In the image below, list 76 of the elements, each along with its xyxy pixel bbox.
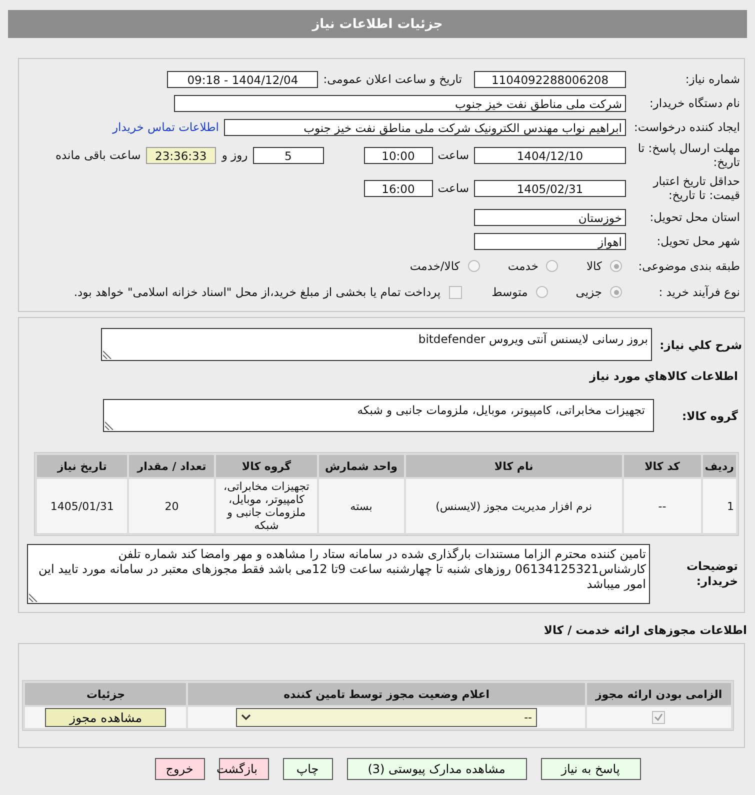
radio-label: کالا/خدمت <box>410 259 460 273</box>
buyer-notes-field[interactable]: تامین کننده محترم الزاما مستندات بارگذاری شده در سامانه ستاد را مشاهده و مهر وامضا کند شماره تلفن کارشناس06134125321 روزهای شنبه تا چهارشنبه ساعت 9تا 12می باشد فقط مجوزهای معتبر در سامانه مورد تایید این امور میباشد <box>27 544 650 604</box>
resize-grip-icon[interactable] <box>103 350 112 359</box>
deadline-date-field: 1404/12/10 <box>474 146 626 164</box>
radio-button[interactable] <box>610 260 622 272</box>
field-label: ایجاد کننده درخواست: <box>633 120 741 134</box>
action-button[interactable]: پاسخ به نیاز <box>540 758 640 780</box>
field-label: روز و <box>222 148 248 162</box>
action-button[interactable]: چاپ <box>282 758 332 780</box>
column-header: جزئیات <box>25 683 186 705</box>
section-title: اطلاعات کالاهاي مورد نياز <box>588 369 739 383</box>
validity-time-field: 16:00 <box>364 180 433 196</box>
page-title: جزئیات اطلاعات نیاز <box>8 10 747 38</box>
description-field[interactable]: بروز رسانی لایسنس آنتی ویروس bitdefender <box>101 328 652 361</box>
column-header: کد کالا <box>624 455 701 477</box>
requester-field: ابراهیم نواب مهندس الکترونیک شرکت ملی مناطق نفت خیز جنوب <box>224 118 626 136</box>
field-label: ساعت باقی مانده <box>56 148 141 162</box>
buyer-field: شرکت ملی مناطق نفت خیز جنوب <box>174 94 626 112</box>
field-label: ساعت <box>438 148 469 162</box>
province-field: خوزستان <box>474 208 626 226</box>
field-label: مهلت ارسال پاسخ: تا تاریخ: <box>636 141 741 169</box>
table-cell: تجهیزات مخابراتی، کامپیوتر، موبایل، ملزومات جانبی و شبکه <box>216 479 317 533</box>
table-cell: 1 <box>702 479 736 533</box>
field-label: شهر محل تحویل: <box>656 234 741 248</box>
radio-label: کالا <box>586 259 602 273</box>
radio-button[interactable] <box>536 286 548 298</box>
caret-icon[interactable] <box>241 714 252 721</box>
field-label: طبقه بندی موضوعی: <box>637 259 741 273</box>
remaining-time-field: 23:36:33 <box>146 146 216 164</box>
column-header: الزامی بودن ارائه مجوز <box>586 683 731 705</box>
radio-label: متوسط <box>492 285 528 299</box>
column-header: اعلام وضعیت مجوز توسط تامین کننده <box>188 683 585 705</box>
table-cell: بسته <box>318 479 404 533</box>
field-label: گروه کالا: <box>681 408 739 422</box>
column-header: گروه کالا <box>216 455 317 477</box>
table-cell: نرم افزار مدیریت مجوز (لایسنس) <box>406 479 622 533</box>
field-label: نوع فرآیند خرید : <box>658 285 741 299</box>
field-label: حداقل تاریخ اعتبار قیمت: تا تاریخ: <box>652 174 741 202</box>
status-select[interactable]: -- <box>236 708 538 727</box>
section-title: اطلاعات مجوزهای ارائه خدمت / کالا <box>542 623 747 637</box>
view-license-button[interactable]: مشاهده مجوز <box>45 708 166 727</box>
column-header: نام کالا <box>406 455 622 477</box>
radio-button[interactable] <box>546 260 558 272</box>
column-header: واحد شمارش <box>318 455 404 477</box>
checkbox[interactable] <box>652 711 666 724</box>
city-field: اهواز <box>474 232 626 250</box>
column-header: تاریخ نیاز <box>37 455 128 477</box>
validity-date-field: 1405/02/31 <box>474 180 626 196</box>
resize-grip-icon[interactable] <box>105 421 114 430</box>
radio-button[interactable] <box>610 286 622 298</box>
radio-label: خدمت <box>508 259 538 273</box>
radio-label: جزیی <box>576 285 602 299</box>
goods-group-field[interactable]: تجهیزات مخابراتی، کامپیوتر، موبایل، ملزومات جانبی و شبکه <box>103 399 654 432</box>
field-label: شماره نیاز: <box>684 72 741 86</box>
contact-link[interactable]: اطلاعات تماس خریدار <box>112 120 219 134</box>
column-header: تعداد / مقدار <box>129 455 214 477</box>
action-button[interactable]: مشاهده مدارک پیوستی (3) <box>346 758 526 780</box>
need-number-field: 1104092288006208 <box>474 70 626 88</box>
radio-button[interactable] <box>468 260 480 272</box>
field-label: ساعت <box>438 181 469 195</box>
table-cell: 20 <box>129 479 214 533</box>
table-cell: -- <box>624 479 701 533</box>
field-label: شرح کلي نياز: <box>658 338 743 352</box>
payment-note: پرداخت تمام یا بخشی از مبلغ خرید،از محل "اسناد خزانه اسلامی" خواهد بود. <box>74 285 441 299</box>
field-label: استان محل تحویل: <box>648 210 741 224</box>
column-header: ردیف <box>702 455 736 477</box>
checkbox[interactable] <box>448 286 462 298</box>
action-button[interactable]: خروج <box>154 758 204 780</box>
field-label: نام دستگاه خریدار: <box>648 96 741 110</box>
resize-grip-icon[interactable] <box>29 593 38 602</box>
field-label: توضیحات خریدار: <box>686 559 739 589</box>
field-label: تاریخ و ساعت اعلان عمومی: <box>323 72 462 86</box>
days-field: 5 <box>252 146 324 164</box>
deadline-time-field: 10:00 <box>364 146 433 164</box>
table-cell: 1405/01/31 <box>37 479 128 533</box>
announce-date-field: 1404/12/04 - 09:18 <box>167 70 318 88</box>
